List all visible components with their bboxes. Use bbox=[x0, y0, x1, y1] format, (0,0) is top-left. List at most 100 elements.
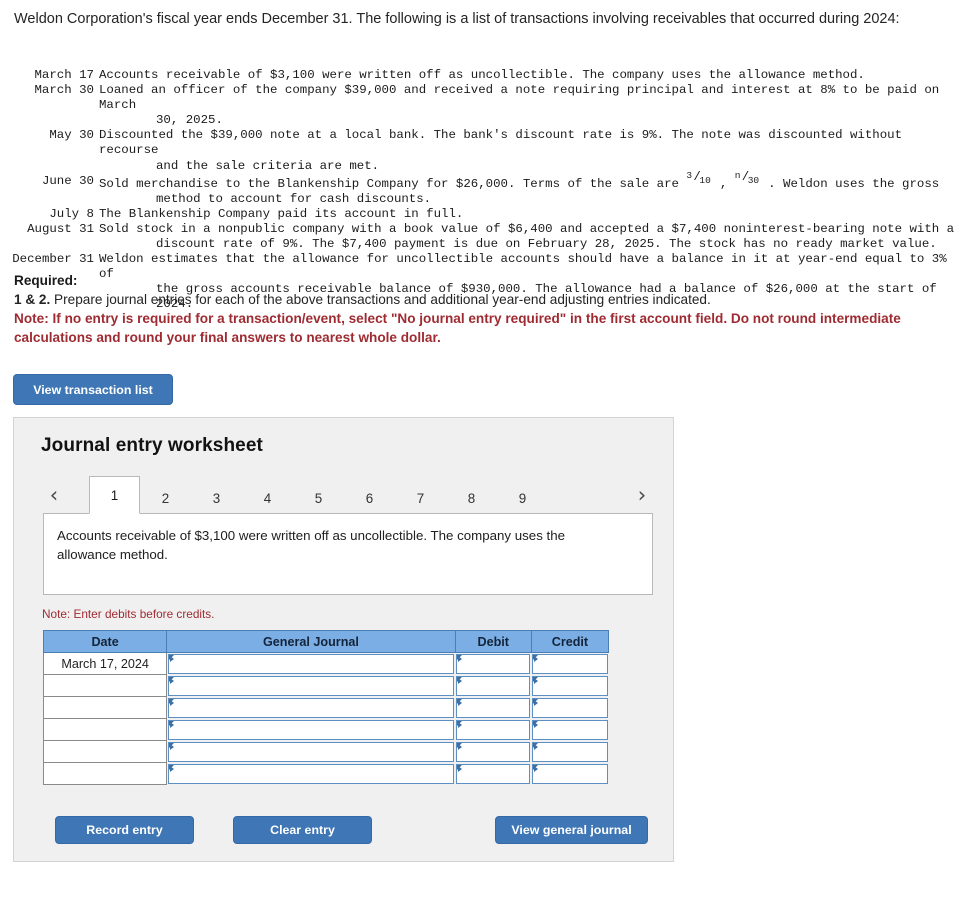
terms-fraction-discount: 3/10 bbox=[686, 169, 712, 187]
tab-1[interactable]: 1 bbox=[89, 476, 140, 514]
table-row bbox=[42, 696, 609, 719]
transaction-date: December 31 bbox=[12, 252, 94, 267]
debit-input-field[interactable] bbox=[456, 697, 531, 718]
credit-cell[interactable] bbox=[531, 763, 608, 785]
account-select-field[interactable] bbox=[168, 697, 455, 718]
view-transaction-list-button[interactable]: View transaction list bbox=[13, 374, 173, 405]
credit-cell[interactable] bbox=[531, 675, 608, 697]
transaction-description: Accounts receivable of $3,100 were writt… bbox=[99, 68, 865, 82]
view-general-journal-button[interactable]: View general journal bbox=[495, 816, 648, 844]
debit-cell[interactable] bbox=[455, 653, 531, 675]
chevron-right-icon[interactable]: › bbox=[631, 482, 653, 508]
tab-4[interactable]: 4 bbox=[242, 482, 293, 514]
required-note: Note: If no entry is required for a tran… bbox=[14, 311, 901, 346]
account-select-field[interactable] bbox=[168, 653, 455, 674]
credit-input-field[interactable] bbox=[532, 741, 608, 762]
credit-input-field[interactable] bbox=[532, 697, 608, 718]
tab-7[interactable]: 7 bbox=[395, 482, 446, 514]
column-header-credit: Credit bbox=[530, 630, 610, 653]
problem-intro-text: Weldon Corporation's fiscal year ends De… bbox=[14, 11, 900, 27]
tab-2[interactable]: 2 bbox=[140, 482, 191, 514]
fraction-numerator: 3 bbox=[686, 169, 693, 181]
credit-cell[interactable] bbox=[531, 719, 608, 741]
date-cell[interactable]: March 17, 2024 bbox=[42, 652, 168, 675]
transaction-description: Loaned an officer of the company $39,000… bbox=[94, 83, 965, 128]
worksheet-tabs: 1 2 3 4 5 6 7 8 9 bbox=[89, 476, 548, 514]
debit-cell[interactable] bbox=[455, 697, 531, 719]
transaction-date: August 31 bbox=[27, 221, 94, 236]
general-journal-cell[interactable] bbox=[167, 697, 456, 719]
fraction-denominator: 10 bbox=[699, 174, 711, 186]
date-cell[interactable] bbox=[42, 762, 168, 785]
transaction-description-main: Discounted the $39,000 note at a local b… bbox=[99, 128, 903, 158]
credit-input-field[interactable] bbox=[532, 763, 608, 784]
table-row: March 17, 2024 bbox=[42, 652, 609, 675]
column-header-debit: Debit bbox=[454, 630, 532, 653]
transaction-description: The Blankenship Company paid its account… bbox=[99, 206, 464, 221]
transaction-description-cont: discount rate of 9%. The $7,400 payment … bbox=[156, 237, 937, 252]
worksheet-prompt-text: Accounts receivable of $3,100 were writt… bbox=[57, 528, 566, 562]
debit-input-field[interactable] bbox=[456, 675, 531, 696]
transaction-date: May 30 bbox=[49, 128, 94, 143]
account-select-field[interactable] bbox=[168, 763, 455, 784]
transaction-row: March 30 Loaned an officer of the compan… bbox=[10, 83, 965, 128]
debit-input-field[interactable] bbox=[456, 763, 531, 784]
clear-entry-button[interactable]: Clear entry bbox=[233, 816, 372, 844]
transaction-description-cont: and the sale criteria are met. bbox=[156, 158, 380, 173]
transaction-description: Discounted the $39,000 note at a local b… bbox=[94, 128, 965, 173]
date-cell[interactable] bbox=[42, 674, 168, 697]
account-select-field[interactable] bbox=[168, 741, 455, 762]
date-cell[interactable] bbox=[42, 740, 168, 763]
tab-6[interactable]: 6 bbox=[344, 482, 395, 514]
debit-input-field[interactable] bbox=[456, 719, 531, 740]
tab-9[interactable]: 9 bbox=[497, 482, 548, 514]
general-journal-cell[interactable] bbox=[167, 763, 456, 785]
transaction-date: June 30 bbox=[41, 173, 94, 188]
terms-fraction-net: n/30 bbox=[734, 169, 761, 187]
date-cell[interactable] bbox=[42, 718, 168, 741]
required-instruction-text: Prepare journal entries for each of the … bbox=[50, 291, 711, 307]
terms-separator: , bbox=[712, 176, 735, 191]
tab-5[interactable]: 5 bbox=[293, 482, 344, 514]
debit-input-field[interactable] bbox=[456, 653, 531, 674]
credit-input-field[interactable] bbox=[532, 675, 608, 696]
account-select-field[interactable] bbox=[168, 719, 455, 740]
column-header-general-journal: General Journal bbox=[166, 630, 456, 653]
transaction-description-main: Sold stock in a nonpublic company with a… bbox=[99, 221, 955, 236]
debit-cell[interactable] bbox=[455, 741, 531, 763]
tab-3[interactable]: 3 bbox=[191, 482, 242, 514]
credit-cell[interactable] bbox=[531, 697, 608, 719]
table-row bbox=[42, 740, 609, 763]
general-journal-cell[interactable] bbox=[167, 719, 456, 741]
transaction-row: May 30 Discounted the $39,000 note at a … bbox=[10, 128, 965, 173]
date-cell[interactable] bbox=[42, 696, 168, 719]
general-journal-cell[interactable] bbox=[167, 653, 456, 675]
journal-entry-table: Date General Journal Debit Credit March … bbox=[42, 630, 610, 785]
transaction-row: March 17 Accounts receivable of $3,100 w… bbox=[10, 68, 965, 83]
tab-8[interactable]: 8 bbox=[446, 482, 497, 514]
general-journal-cell[interactable] bbox=[167, 675, 456, 697]
credit-cell[interactable] bbox=[531, 653, 608, 675]
worksheet-tabstrip: ‹ 1 2 3 4 5 6 7 8 9 › bbox=[43, 476, 653, 514]
debit-cell[interactable] bbox=[455, 719, 531, 741]
credit-input-field[interactable] bbox=[532, 653, 608, 674]
debit-cell[interactable] bbox=[455, 675, 531, 697]
credit-cell[interactable] bbox=[531, 741, 608, 763]
debits-before-credits-note: Note: Enter debits before credits. bbox=[42, 607, 215, 621]
transaction-row: July 8 The Blankenship Company paid its … bbox=[10, 207, 965, 222]
debit-input-field[interactable] bbox=[456, 741, 531, 762]
transaction-date: July 8 bbox=[49, 206, 94, 221]
general-journal-cell[interactable] bbox=[167, 741, 456, 763]
table-row bbox=[42, 674, 609, 697]
transaction-date: March 17 bbox=[34, 68, 95, 82]
account-select-field[interactable] bbox=[168, 675, 455, 696]
record-entry-button[interactable]: Record entry bbox=[55, 816, 194, 844]
credit-input-field[interactable] bbox=[532, 719, 608, 740]
fraction-numerator: n bbox=[734, 169, 741, 181]
fraction-denominator: 30 bbox=[747, 174, 760, 186]
chevron-left-icon[interactable]: ‹ bbox=[43, 482, 65, 508]
table-header-row: Date General Journal Debit Credit bbox=[42, 630, 610, 653]
transaction-description-tail: . Weldon uses the gross bbox=[760, 176, 940, 191]
debit-cell[interactable] bbox=[455, 763, 531, 785]
required-instruction: 1 & 2. Prepare journal entries for each … bbox=[14, 291, 944, 310]
